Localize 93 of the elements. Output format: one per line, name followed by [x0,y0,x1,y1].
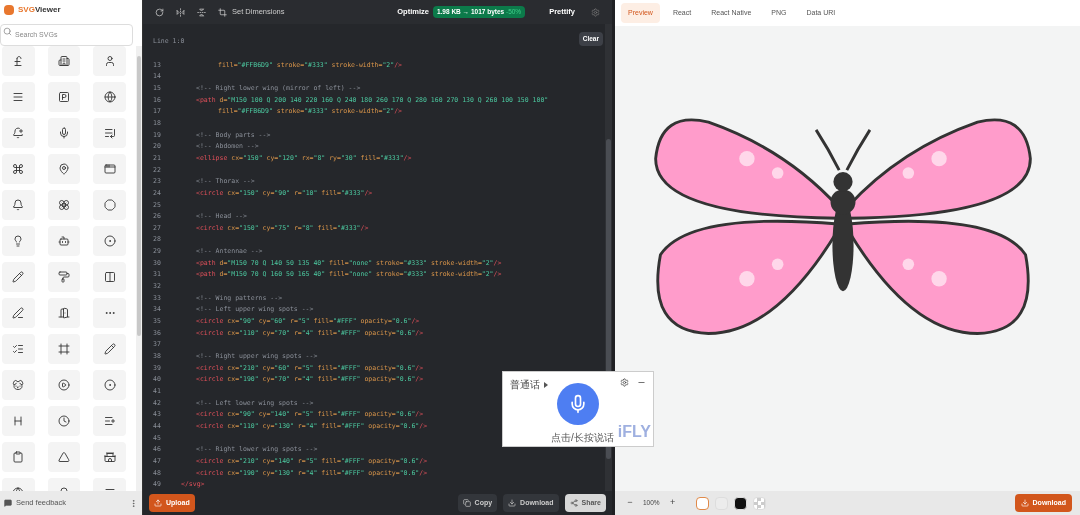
search-icon [3,26,12,36]
icon-tile[interactable] [47,406,81,436]
icon-tile[interactable] [2,406,35,436]
icon-tile[interactable] [47,82,81,112]
pin-icon [58,163,70,175]
person-icon [103,55,116,67]
icon-tile[interactable] [2,46,35,76]
icon-tile[interactable] [93,82,126,112]
pen-icon [12,307,25,319]
pound-icon [12,55,25,67]
download-icon [508,499,517,507]
icon-tile[interactable] [2,442,35,472]
castle-icon [103,451,116,463]
columns-icon [103,271,116,283]
frame-icon [58,343,70,355]
parking-icon [58,91,70,103]
icon-tile[interactable] [2,82,35,112]
icon-tile[interactable] [2,190,35,220]
list-plus-icon [103,415,116,427]
icon-tile[interactable] [47,154,81,184]
building-icon [58,55,70,67]
checklist-icon [12,343,25,355]
list-icon [103,127,116,139]
icon-tile[interactable] [2,298,35,328]
icon-tile[interactable] [93,118,126,148]
icon-tile[interactable] [47,118,81,148]
app-logo[interactable]: SVGViewer [18,4,61,16]
circle-dot-icon [103,235,116,247]
octagon-icon [103,199,116,211]
voice-hint: 点击/长按说话 [551,431,614,445]
icon-tile[interactable] [47,298,81,328]
flower-icon [58,199,70,211]
settings-icon[interactable] [591,7,600,17]
language-selector[interactable]: 普通话 [510,377,540,392]
icon-tile[interactable] [2,262,35,292]
icon-tile[interactable] [47,442,81,472]
icon-tile[interactable] [93,262,126,292]
icon-tile[interactable] [93,298,126,328]
play-icon [58,379,70,391]
icon-tile[interactable] [93,406,126,436]
dog-icon [12,379,25,391]
menu-icon[interactable] [129,498,138,508]
icon-tile[interactable] [47,334,81,364]
clock-icon [58,415,70,427]
icon-tile[interactable] [93,190,126,220]
microphone-icon [58,127,70,139]
icon-tile[interactable] [93,226,126,256]
pencil-icon [103,343,116,355]
zoom-out-button[interactable]: − [623,496,637,510]
icon-tile[interactable] [47,226,81,256]
download-icon [1020,499,1029,507]
caret-icon [544,381,548,388]
window-icon [103,163,116,175]
icon-tile[interactable] [2,370,35,400]
icon-tile[interactable] [93,442,126,472]
icon-tile[interactable] [47,46,81,76]
icon-tile[interactable] [47,370,81,400]
command-icon [12,163,25,175]
triangle-icon [58,451,70,463]
icon-tile[interactable] [47,262,81,292]
rotate-icon[interactable] [155,7,164,17]
icon-tile[interactable] [47,190,81,220]
flip-horizontal-icon[interactable] [176,7,185,17]
background-swatch[interactable] [695,496,709,510]
circle-dot-icon [103,379,116,391]
microphone-icon [568,394,588,414]
icon-tile[interactable] [2,226,35,256]
upload-icon [154,499,162,507]
share-icon [569,499,578,507]
icon-tile[interactable] [93,46,126,76]
feedback-icon [4,499,12,507]
bell-plus-icon [12,127,25,139]
icon-tile[interactable] [2,334,35,364]
heading-icon [12,415,25,427]
bulb-icon [12,235,25,247]
copy-icon [462,499,471,507]
crop-icon [218,7,227,17]
clipboard-icon [12,451,25,463]
paint-roller-icon [58,271,70,283]
icon-tile[interactable] [93,334,126,364]
brand-watermark: iFLY [617,422,651,442]
settings-icon[interactable] [620,378,629,387]
icon-tile[interactable] [93,154,126,184]
icon-tile[interactable] [2,118,35,148]
microphone-button[interactable] [557,383,599,425]
pencil-icon [12,271,25,283]
icon-tile[interactable] [93,370,126,400]
logo-icon [4,5,14,15]
door-icon [58,307,70,319]
flip-vertical-icon[interactable] [197,7,206,17]
zoom-in-button[interactable]: + [665,496,680,510]
icon-tile[interactable] [2,154,35,184]
robot-icon [58,235,70,247]
